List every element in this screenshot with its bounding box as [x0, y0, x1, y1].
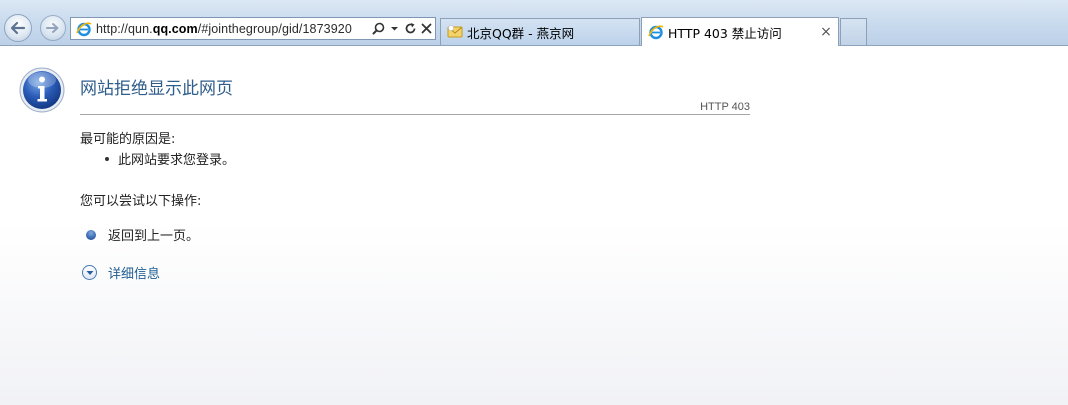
title-divider: [80, 114, 750, 115]
tab-http-403[interactable]: HTTP 403 禁止访问 ×: [641, 17, 839, 46]
forward-arrow-icon: [46, 23, 59, 33]
envelope-icon: [447, 25, 463, 38]
page-title: 网站拒绝显示此网页: [80, 79, 233, 99]
more-information-row[interactable]: 详细信息: [82, 263, 160, 282]
go-back-link[interactable]: 返回到上一页。: [108, 225, 199, 244]
expand-chevron-icon[interactable]: [82, 265, 97, 280]
ie-page-icon: [76, 21, 92, 36]
http-status-code: HTTP 403: [700, 101, 750, 113]
back-arrow-icon: [10, 21, 26, 35]
stop-button[interactable]: [419, 19, 433, 38]
dropdown-arrow-icon: [390, 27, 398, 31]
reason-heading: 最可能的原因是:: [80, 132, 176, 147]
forward-button[interactable]: [40, 15, 66, 41]
back-button[interactable]: [4, 14, 32, 42]
reason-item: 此网站要求您登录。: [105, 149, 235, 168]
bullet-icon: [105, 156, 109, 161]
url-prefix: http://qun.: [96, 21, 153, 36]
refresh-icon: [405, 23, 415, 34]
search-icon: [372, 22, 384, 35]
address-dropdown-button[interactable]: [387, 19, 401, 38]
go-back-row[interactable]: 返回到上一页。: [86, 225, 199, 244]
tab-qq-group[interactable]: 北京QQ群 - 燕京网: [440, 18, 640, 45]
tab-label: HTTP 403 禁止访问: [668, 25, 782, 41]
blue-bullet-icon: [86, 229, 96, 240]
search-button[interactable]: [371, 19, 385, 38]
refresh-button[interactable]: [403, 19, 417, 38]
browser-toolbar: http://qun.qq.com/#jointhegroup/gid/1873…: [0, 0, 1068, 46]
url-rest: /#jointhegroup/gid/1873920: [197, 21, 352, 36]
reason-text: 此网站要求您登录。: [118, 153, 236, 168]
info-icon: [19, 67, 65, 113]
action-heading: 您可以尝试以下操作:: [80, 194, 202, 209]
close-icon: [421, 23, 431, 34]
more-information-link[interactable]: 详细信息: [108, 263, 160, 282]
tab-label: 北京QQ群 - 燕京网: [467, 25, 575, 41]
new-tab-button[interactable]: [840, 18, 867, 45]
ie-icon: [648, 25, 664, 40]
address-bar[interactable]: http://qun.qq.com/#jointhegroup/gid/1873…: [70, 17, 436, 40]
close-tab-icon[interactable]: ×: [818, 24, 834, 40]
url-text[interactable]: http://qun.qq.com/#jointhegroup/gid/1873…: [96, 22, 371, 36]
url-domain: qq.com: [152, 21, 198, 36]
